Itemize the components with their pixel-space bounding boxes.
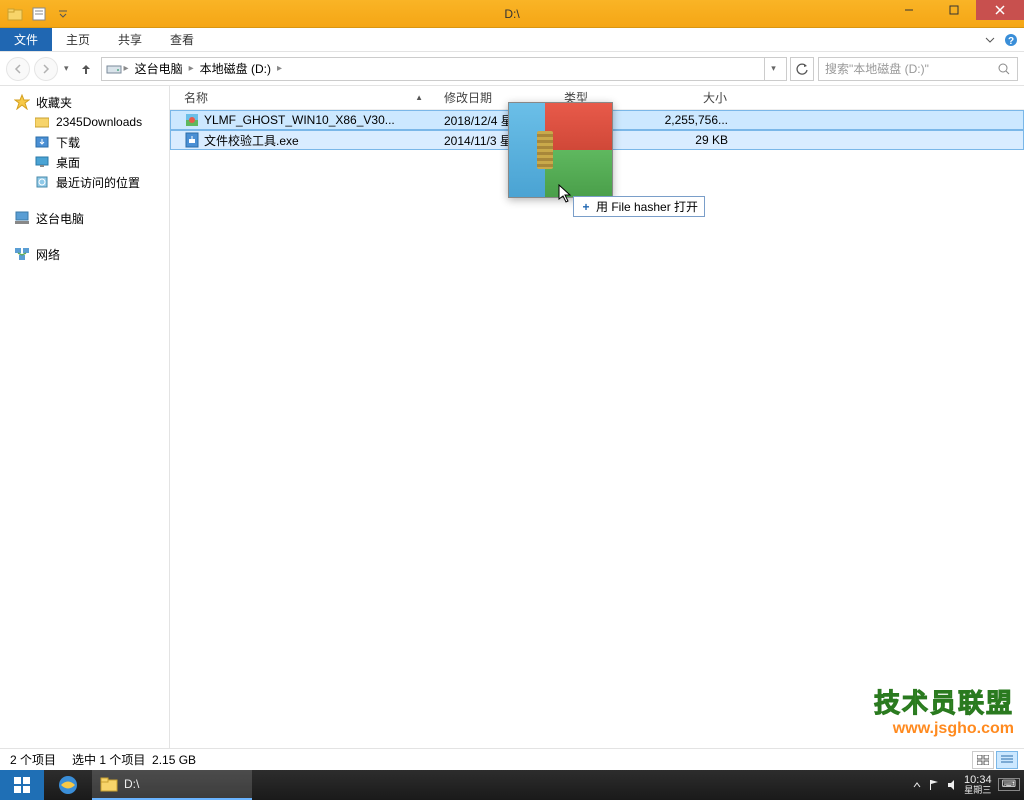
file-name: 文件校验工具.exe: [204, 132, 299, 149]
drag-tooltip: + 用 File hasher 打开: [573, 196, 705, 217]
window-titlebar: D:\: [0, 0, 1024, 28]
sort-indicator-icon: ▲: [415, 93, 423, 102]
up-button[interactable]: [75, 58, 97, 80]
tray-input-icon[interactable]: ⌨: [998, 778, 1020, 791]
file-list-pane: 名称▲ 修改日期 类型 大小 YLMF_GHOST_WIN10_X86_V30.…: [170, 86, 1024, 748]
quick-access-toolbar: [0, 3, 74, 25]
status-bar: 2 个项目 选中 1 个项目 2.15 GB: [0, 748, 1024, 770]
tray-date[interactable]: 星期三: [964, 786, 992, 796]
file-size: 2,255,756...: [646, 113, 736, 127]
tab-home[interactable]: 主页: [52, 28, 104, 51]
window-controls: [886, 0, 1024, 20]
forward-button[interactable]: [34, 57, 58, 81]
sidebar-item-label: 这台电脑: [36, 210, 84, 227]
taskbar-ie[interactable]: [44, 770, 92, 800]
qat-dropdown-icon[interactable]: [52, 3, 74, 25]
star-icon: [14, 94, 30, 110]
folder-icon: [100, 776, 118, 792]
drag-preview: [508, 102, 613, 198]
window-title: D:\: [504, 7, 519, 21]
file-tab[interactable]: 文件: [0, 28, 52, 51]
sidebar-item-desktop[interactable]: 桌面: [0, 152, 169, 172]
view-thumbnails-button[interactable]: [972, 751, 994, 769]
tray-flag-icon[interactable]: [928, 779, 940, 791]
tray-time[interactable]: 10:34: [964, 774, 992, 786]
search-icon: [997, 62, 1011, 76]
start-button[interactable]: [0, 770, 44, 800]
breadcrumb-pc[interactable]: 这台电脑: [131, 60, 187, 77]
tab-view[interactable]: 查看: [156, 28, 208, 51]
sidebar-item-label: 收藏夹: [36, 94, 72, 111]
sidebar-item-label: 桌面: [56, 154, 80, 171]
breadcrumb-drive[interactable]: 本地磁盘 (D:): [196, 60, 275, 77]
close-button[interactable]: [976, 0, 1024, 20]
taskbar-label: D:\: [124, 777, 139, 791]
file-size: 29 KB: [646, 133, 736, 147]
sidebar-item-downloads2[interactable]: 下载: [0, 132, 169, 152]
chevron-right-icon[interactable]: ▸: [124, 63, 129, 74]
sidebar-favorites[interactable]: 收藏夹: [0, 92, 169, 112]
navigation-pane: 收藏夹 2345Downloads 下载 桌面 最近访问的位置 这台电: [0, 86, 170, 748]
status-item-count: 2 个项目: [10, 751, 56, 768]
view-mode-switcher: [972, 751, 1018, 769]
main-area: 收藏夹 2345Downloads 下载 桌面 最近访问的位置 这台电: [0, 86, 1024, 748]
sidebar-item-label: 最近访问的位置: [56, 174, 140, 191]
recent-icon: [34, 174, 50, 190]
exe-file-icon: [184, 132, 200, 148]
history-dropdown-icon[interactable]: ▾: [62, 63, 71, 74]
column-size[interactable]: 大小: [646, 89, 736, 106]
chevron-right-icon[interactable]: ▸: [277, 63, 282, 74]
sidebar-network[interactable]: 网络: [0, 244, 169, 264]
drive-icon: [106, 63, 122, 75]
expand-ribbon-icon[interactable]: [984, 34, 996, 46]
tray-audio-icon[interactable]: [946, 779, 958, 791]
chevron-right-icon[interactable]: ▸: [189, 63, 194, 74]
tab-share[interactable]: 共享: [104, 28, 156, 51]
system-tray: 10:34 星期三 ⌨: [912, 774, 1024, 796]
iso-file-icon: [184, 112, 200, 128]
sidebar-item-recent[interactable]: 最近访问的位置: [0, 172, 169, 192]
svg-text:?: ?: [1008, 36, 1014, 47]
sidebar-item-label: 网络: [36, 246, 60, 263]
view-details-button[interactable]: [996, 751, 1018, 769]
minimize-button[interactable]: [886, 0, 931, 20]
status-selection: 选中 1 个项目 2.15 GB: [72, 751, 196, 768]
back-button[interactable]: [6, 57, 30, 81]
sidebar-item-label: 下载: [56, 134, 80, 151]
tray-up-icon[interactable]: [912, 780, 922, 790]
computer-icon: [14, 210, 30, 226]
ribbon-help-area: ?: [984, 28, 1018, 51]
download-icon: [34, 134, 50, 150]
refresh-button[interactable]: [790, 57, 814, 81]
column-name[interactable]: 名称▲: [176, 89, 436, 106]
sidebar-item-downloads1[interactable]: 2345Downloads: [0, 112, 169, 132]
maximize-button[interactable]: [931, 0, 976, 20]
tooltip-text: 用 File hasher 打开: [596, 198, 698, 215]
plus-icon: +: [580, 201, 592, 213]
sidebar-thispc[interactable]: 这台电脑: [0, 208, 169, 228]
properties-icon[interactable]: [28, 3, 50, 25]
help-icon[interactable]: ?: [1004, 33, 1018, 47]
file-name: YLMF_GHOST_WIN10_X86_V30...: [204, 113, 395, 127]
address-bar: ▾ ▸ 这台电脑 ▸ 本地磁盘 (D:) ▸ ▾ 搜索"本地磁盘 (D:)": [0, 52, 1024, 86]
folder-icon: [34, 114, 50, 130]
folder-icon: [4, 3, 26, 25]
network-icon: [14, 246, 30, 262]
breadcrumb[interactable]: ▸ 这台电脑 ▸ 本地磁盘 (D:) ▸ ▾: [101, 57, 787, 81]
ribbon-tabs: 文件 主页 共享 查看 ?: [0, 28, 1024, 52]
sidebar-item-label: 2345Downloads: [56, 115, 142, 129]
taskbar-explorer[interactable]: D:\: [92, 770, 252, 800]
search-placeholder: 搜索"本地磁盘 (D:)": [825, 60, 929, 77]
desktop-icon: [34, 154, 50, 170]
taskbar: D:\ 10:34 星期三 ⌨: [0, 770, 1024, 800]
search-input[interactable]: 搜索"本地磁盘 (D:)": [818, 57, 1018, 81]
address-dropdown-icon[interactable]: ▾: [764, 57, 782, 81]
